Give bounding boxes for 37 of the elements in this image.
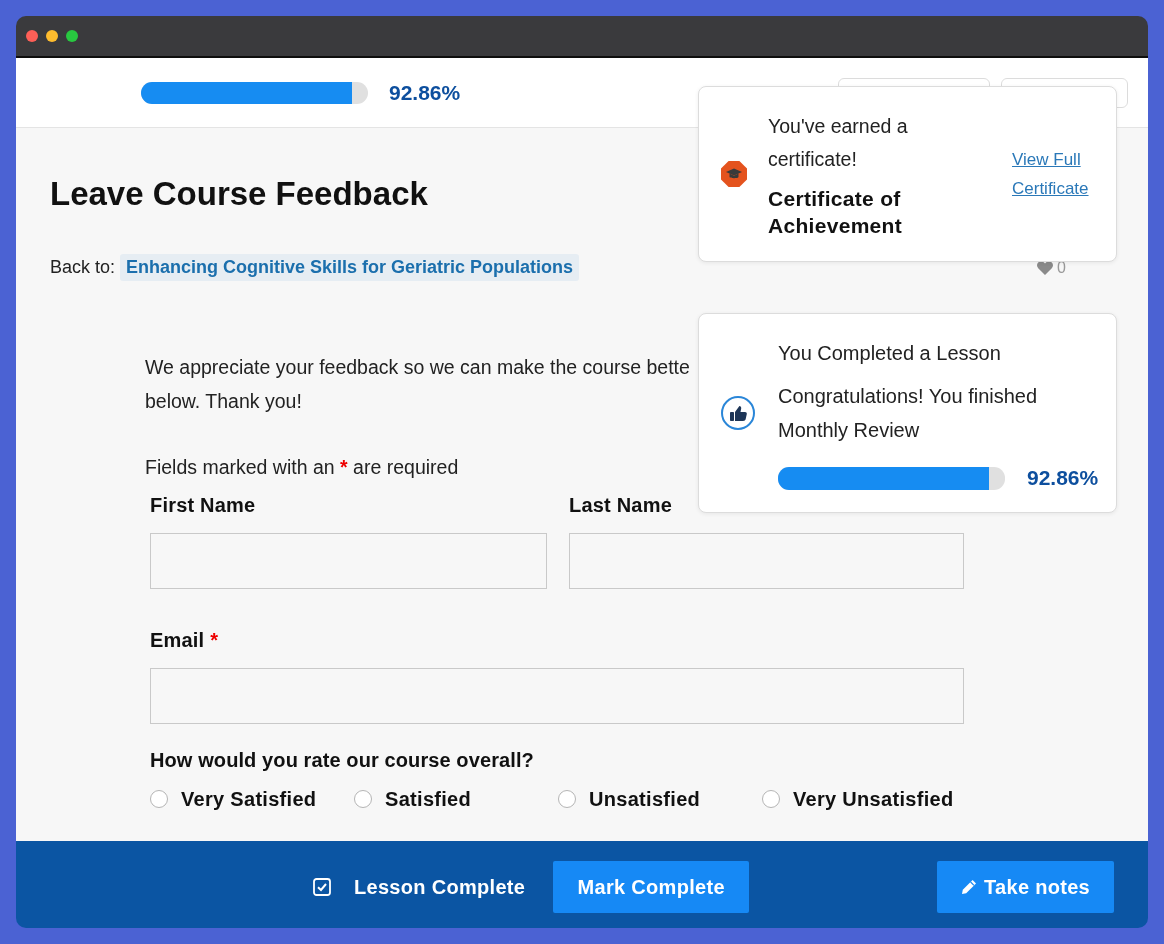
radio-button[interactable] — [354, 790, 372, 808]
radio-label: Unsatisfied — [589, 787, 701, 811]
lesson-complete-label: Lesson Complete — [354, 875, 526, 899]
radio-label: Very Unsatisfied — [793, 787, 954, 811]
radio-label: Very Satisfied — [181, 787, 317, 811]
page-title: Leave Course Feedback — [50, 175, 428, 213]
required-fields-note: Fields marked with an * are required — [145, 455, 459, 480]
course-link[interactable]: Enhancing Cognitive Skills for Geriatric Populations — [120, 254, 580, 281]
back-label: Back to: — [50, 257, 116, 278]
rating-question: How would you rate our course overall? — [150, 748, 534, 772]
field-label: First Name — [150, 493, 256, 517]
mark-complete-button[interactable]: Mark Complete — [553, 861, 750, 913]
close-button[interactable] — [26, 30, 38, 42]
input-field[interactable] — [150, 668, 964, 724]
maximize-button[interactable] — [66, 30, 78, 42]
intro-text: We appreciate your feedback so we can make the course bette below. Thank you! — [145, 355, 690, 414]
notification-message: You've earned a certificate! — [768, 113, 909, 172]
pencil-icon — [961, 879, 977, 895]
graduation-cap-badge-icon — [721, 161, 747, 187]
progress-percentage: 92.86% — [389, 80, 461, 105]
field-label: Last Name — [569, 493, 672, 517]
certificate-title: Certificate of Achievement — [768, 185, 904, 239]
notification-title: You Completed a Lesson — [778, 341, 1001, 366]
input-field[interactable] — [150, 533, 547, 589]
thumbs-up-icon — [721, 396, 755, 430]
radio-button[interactable] — [150, 790, 168, 808]
view-certificate-link[interactable]: View Full Certificate — [1012, 145, 1094, 203]
take-notes-button[interactable]: Take notes — [937, 861, 1114, 913]
field-label: Email * — [150, 628, 219, 652]
heart-icon[interactable] — [1037, 260, 1054, 275]
radio-label: Satisfied — [385, 787, 472, 811]
notification-message: Congratulations! You finished Monthly Review — [778, 384, 1039, 443]
minimize-button[interactable] — [46, 30, 58, 42]
radio-button[interactable] — [762, 790, 780, 808]
progress-percentage: 92.86% — [1027, 466, 1099, 490]
radio-button[interactable] — [558, 790, 576, 808]
input-field[interactable] — [569, 533, 964, 589]
